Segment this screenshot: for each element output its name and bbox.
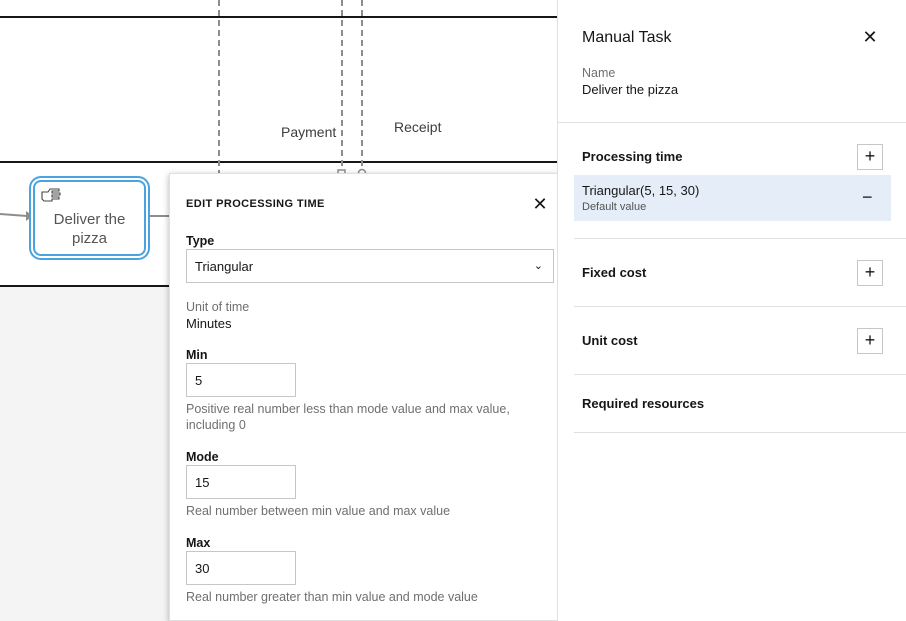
type-select[interactable]: Triangular ⌄ bbox=[186, 249, 554, 283]
processing-time-title: Processing time bbox=[582, 149, 683, 164]
processing-time-sub: Default value bbox=[582, 201, 647, 213]
remove-processing-time-icon[interactable]: − bbox=[862, 187, 873, 207]
section-divider bbox=[574, 432, 906, 433]
edit-processing-time-popover: EDIT PROCESSING TIME ✕ Type Triangular ⌄… bbox=[169, 173, 570, 621]
min-input[interactable]: 5 bbox=[186, 363, 296, 397]
sequence-flow-line bbox=[0, 213, 28, 217]
add-processing-time-button[interactable]: + bbox=[857, 144, 883, 170]
required-resources-title: Required resources bbox=[582, 396, 705, 411]
max-input[interactable]: 30 bbox=[186, 551, 296, 585]
processing-time-row[interactable]: Triangular(5, 15, 30) Default value − bbox=[574, 175, 891, 221]
max-helper-text: Real number greater than min value and m… bbox=[186, 590, 478, 604]
add-unit-cost-button[interactable]: + bbox=[857, 328, 883, 354]
name-label: Name bbox=[582, 66, 616, 80]
flow-label-receipt: Receipt bbox=[394, 119, 442, 135]
name-value: Deliver the pizza bbox=[582, 82, 679, 97]
panel-title: Manual Task bbox=[582, 29, 672, 46]
min-input-value: 5 bbox=[195, 373, 203, 388]
unit-cost-title: Unit cost bbox=[582, 333, 638, 348]
close-icon[interactable]: ✕ bbox=[860, 27, 880, 47]
mode-label: Mode bbox=[186, 450, 219, 464]
close-icon[interactable]: ✕ bbox=[530, 194, 550, 214]
fixed-cost-title: Fixed cost bbox=[582, 265, 647, 280]
mode-helper-text: Real number between min value and max va… bbox=[186, 504, 451, 518]
min-helper-text: Positive real number less than mode valu… bbox=[186, 402, 510, 432]
type-label: Type bbox=[186, 234, 215, 248]
max-label: Max bbox=[186, 536, 211, 550]
max-input-value: 30 bbox=[195, 561, 210, 576]
mode-input[interactable]: 15 bbox=[186, 465, 296, 499]
mode-input-value: 15 bbox=[195, 475, 210, 490]
min-label: Min bbox=[186, 348, 208, 362]
unit-of-time-label: Unit of time bbox=[186, 300, 250, 314]
add-fixed-cost-button[interactable]: + bbox=[857, 260, 883, 286]
unit-of-time-value: Minutes bbox=[186, 316, 232, 331]
popover-title: EDIT PROCESSING TIME bbox=[186, 198, 325, 210]
hand-icon bbox=[41, 188, 61, 202]
type-select-value: Triangular bbox=[195, 259, 254, 274]
flow-label-payment: Payment bbox=[281, 124, 337, 140]
properties-panel: Manual Task ✕ Name Deliver the pizza Pro… bbox=[557, 0, 906, 621]
section-divider bbox=[574, 238, 906, 239]
task-deliver-pizza[interactable]: Deliver the pizza bbox=[33, 180, 146, 256]
task-label: Deliver the pizza bbox=[53, 211, 126, 247]
chevron-down-icon: ⌄ bbox=[533, 260, 543, 272]
processing-time-value: Triangular(5, 15, 30) bbox=[582, 183, 700, 198]
sequence-flow-arrow bbox=[26, 211, 33, 221]
section-divider bbox=[574, 374, 906, 375]
section-divider bbox=[574, 306, 906, 307]
section-divider bbox=[558, 122, 906, 123]
